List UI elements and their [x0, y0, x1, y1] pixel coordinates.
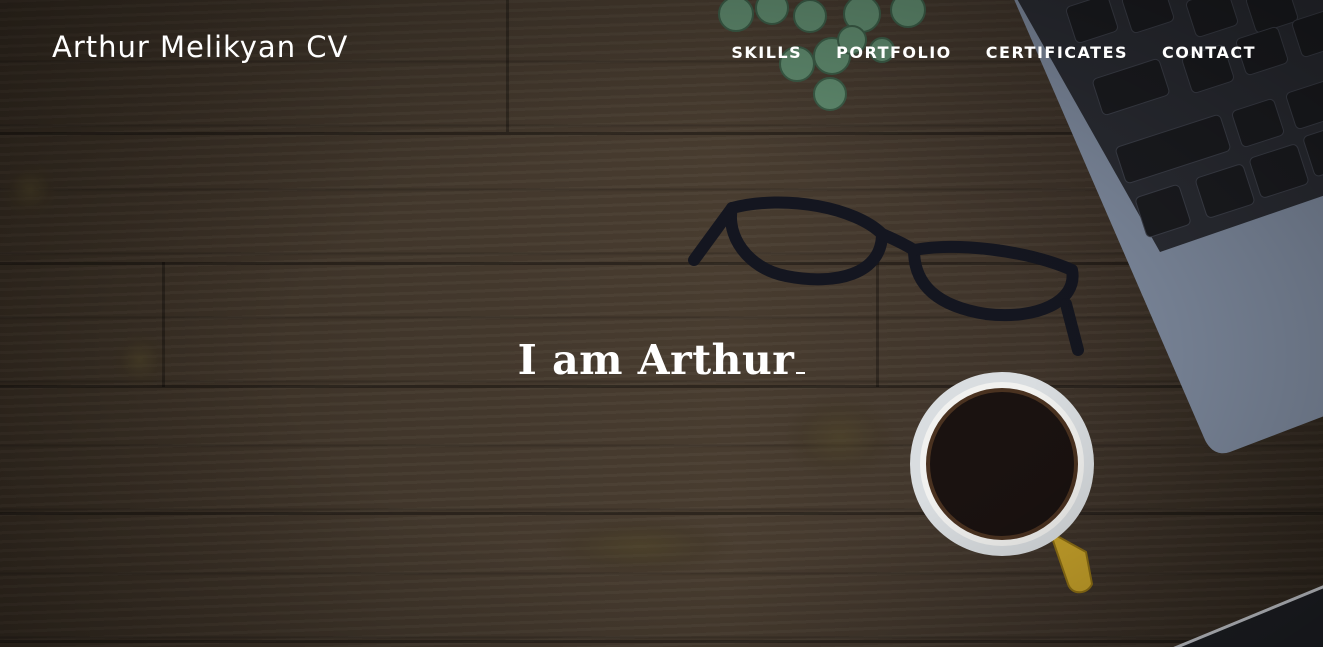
headline-text: I am Arthur	[517, 336, 795, 384]
nav-link-portfolio[interactable]: PORTFOLIO	[819, 43, 969, 62]
brand-logo-link[interactable]: Arthur Melikyan CV	[52, 30, 348, 64]
main-nav: SKILLS PORTFOLIO CERTIFICATES CONTACT	[714, 43, 1256, 62]
nav-link-contact[interactable]: CONTACT	[1145, 43, 1256, 62]
nav-link-skills[interactable]: SKILLS	[714, 43, 819, 62]
vignette-overlay	[0, 0, 1323, 647]
nav-link-certificates[interactable]: CERTIFICATES	[969, 43, 1145, 62]
hero-headline: I am Arthur	[0, 336, 1323, 384]
typing-cursor	[796, 372, 806, 374]
